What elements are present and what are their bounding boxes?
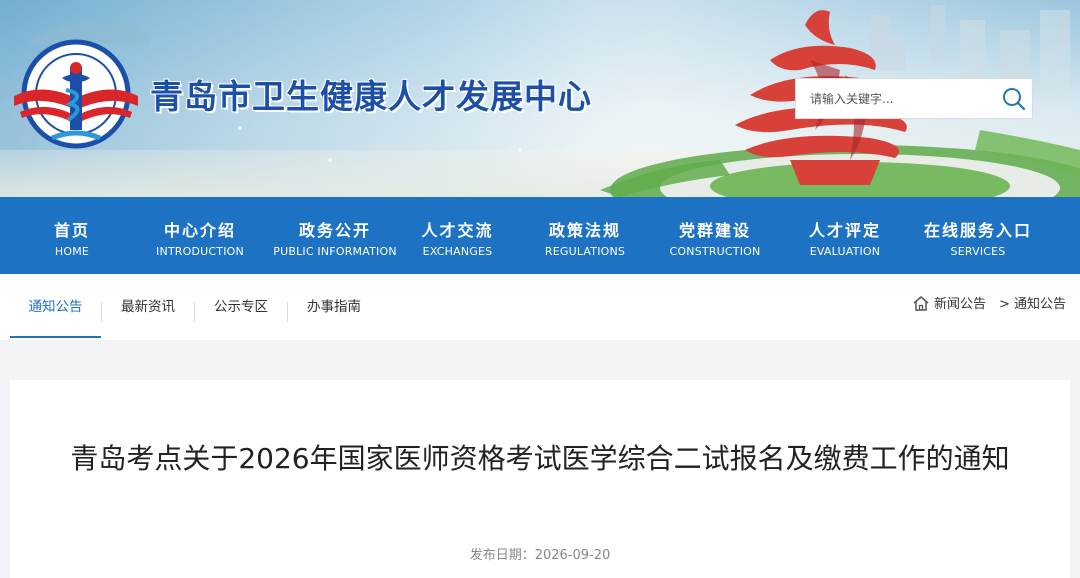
nav-item-label: 在线服务入口 — [923, 221, 1032, 240]
nav-item-home[interactable]: 首页 HOME — [22, 197, 122, 274]
breadcrumb-item-news[interactable]: 新闻公告 — [934, 293, 986, 313]
tab-service-guide[interactable]: 办事指南 — [288, 274, 380, 340]
nav-item-sublabel: EXCHANGES — [422, 245, 493, 258]
nav-item-label: 人才交流 — [421, 221, 494, 240]
search-icon — [1003, 88, 1026, 111]
site-title[interactable]: 青岛市卫生健康人才发展中心 — [150, 70, 592, 118]
search-button[interactable] — [996, 79, 1033, 118]
search-input[interactable] — [796, 79, 992, 118]
nav-item-sublabel: CONSTRUCTION — [669, 245, 761, 258]
nav-item-label: 中心介绍 — [163, 221, 236, 240]
main-nav: 首页 HOME 中心介绍 INTRODUCTION 政务公开 PUBLIC IN… — [0, 197, 1080, 274]
nav-item-sublabel: INTRODUCTION — [156, 245, 244, 258]
nav-item-label: 政务公开 — [298, 221, 371, 240]
nav-item-evaluation[interactable]: 人才评定 EVALUATION — [790, 197, 900, 274]
nav-item-label: 首页 — [53, 221, 90, 240]
header-banner: 青岛市卫生健康人才发展中心 — [0, 0, 1080, 197]
nav-item-label: 人才评定 — [808, 221, 881, 240]
nav-item-label: 党群建设 — [678, 221, 751, 240]
nav-item-exchanges[interactable]: 人才交流 EXCHANGES — [405, 197, 510, 274]
nav-item-public-information[interactable]: 政务公开 PUBLIC INFORMATION — [270, 197, 400, 274]
nav-item-sublabel: EVALUATION — [809, 245, 881, 258]
emblem-logo — [14, 39, 138, 149]
home-icon[interactable] — [912, 295, 930, 312]
nav-item-construction[interactable]: 党群建设 CONSTRUCTION — [660, 197, 770, 274]
article-title: 青岛考点关于2026年国家医师资格考试医学综合二试报名及缴费工作的通知 — [70, 442, 1010, 475]
publish-info: 发布日期：2026-09-20 — [0, 544, 1080, 563]
tab-public-announcements[interactable]: 公示专区 — [195, 274, 287, 340]
nav-item-services[interactable]: 在线服务入口 SERVICES — [912, 197, 1044, 274]
breadcrumb-item-notices[interactable]: > 通知公告 — [999, 293, 1066, 313]
nav-item-sublabel: PUBLIC INFORMATION — [273, 245, 397, 258]
search-box — [795, 78, 1033, 119]
nav-item-regulations[interactable]: 政策法规 REGULATIONS — [530, 197, 640, 274]
tab-latest-news[interactable]: 最新资讯 — [102, 274, 194, 340]
nav-item-sublabel: SERVICES — [950, 245, 1006, 258]
nav-item-label: 政策法规 — [548, 221, 621, 240]
active-tab-indicator — [10, 336, 101, 338]
nav-item-sublabel: REGULATIONS — [544, 245, 626, 258]
publish-label: 发布日期： — [469, 548, 535, 563]
publish-date: 2026-09-20 — [534, 548, 611, 563]
tab-notices[interactable]: 通知公告 — [10, 274, 101, 340]
nav-item-introduction[interactable]: 中心介绍 INTRODUCTION — [140, 197, 260, 274]
nav-item-sublabel: HOME — [54, 245, 90, 258]
